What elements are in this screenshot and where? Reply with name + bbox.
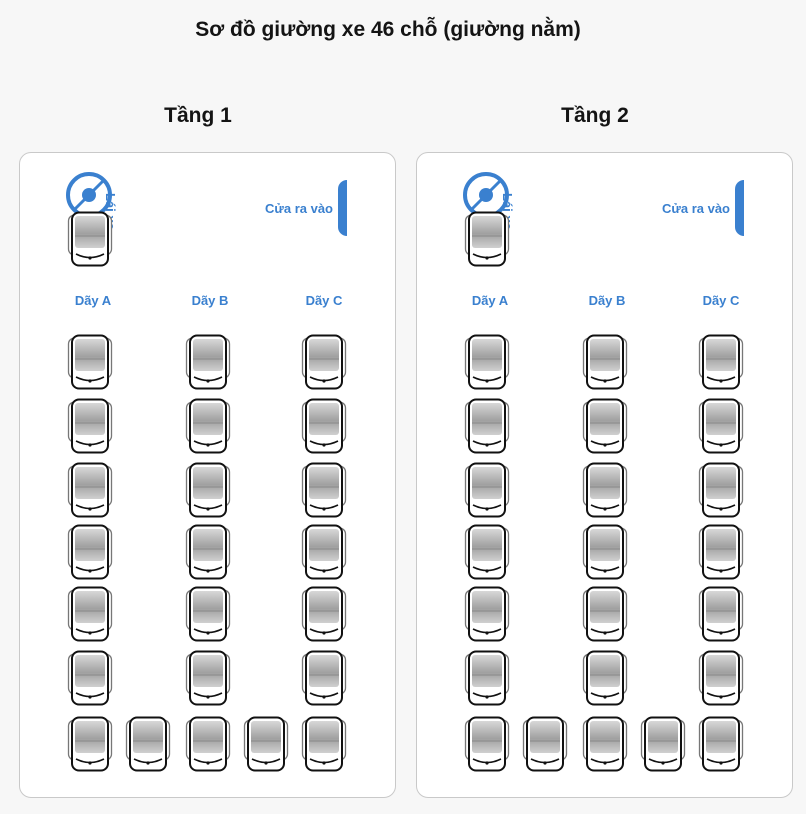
bed-seat[interactable] — [185, 586, 231, 644]
bed-seat[interactable] — [185, 524, 231, 582]
bed-seat[interactable] — [67, 398, 113, 456]
bed-seat[interactable] — [464, 398, 510, 456]
bed-seat[interactable] — [698, 650, 744, 708]
bed-seat[interactable] — [464, 650, 510, 708]
row-c-label: Dãy C — [305, 293, 343, 308]
bed-seat[interactable] — [640, 716, 686, 774]
bed-seat[interactable] — [464, 586, 510, 644]
bed-seat[interactable] — [698, 334, 744, 392]
door-marker — [735, 180, 744, 236]
bed-seat[interactable] — [301, 398, 347, 456]
bed-seat[interactable] — [125, 716, 171, 774]
bed-seat[interactable] — [582, 524, 628, 582]
bed-seat[interactable] — [185, 334, 231, 392]
floor-1-title: Tầng 1 — [164, 104, 232, 127]
row-c-label: Dãy C — [702, 293, 740, 308]
bed-seat[interactable] — [67, 650, 113, 708]
floor-1-panel: Lái xe Cửa ra vào Dãy A Dãy B Dãy C — [19, 152, 396, 798]
bed-seat[interactable] — [698, 462, 744, 520]
bed-seat[interactable] — [185, 650, 231, 708]
bed-seat[interactable] — [582, 462, 628, 520]
bed-seat[interactable] — [301, 462, 347, 520]
bed-seat[interactable] — [698, 586, 744, 644]
bed-seat[interactable] — [185, 716, 231, 774]
door-label: Cửa ra vào — [662, 201, 730, 216]
bed-seat[interactable] — [67, 524, 113, 582]
bed-seat[interactable] — [464, 334, 510, 392]
bed-seat[interactable] — [464, 524, 510, 582]
bed-seat[interactable] — [301, 586, 347, 644]
bed-seat[interactable] — [301, 334, 347, 392]
bed-seat[interactable] — [67, 586, 113, 644]
door-label: Cửa ra vào — [265, 201, 333, 216]
door-marker — [338, 180, 347, 236]
bed-seat[interactable] — [582, 650, 628, 708]
row-b-label: Dãy B — [191, 293, 229, 308]
floor-2-panel: Lái xe Cửa ra vào Dãy A Dãy B Dãy C — [416, 152, 793, 798]
row-b-label: Dãy B — [588, 293, 626, 308]
bed-seat[interactable] — [464, 462, 510, 520]
row-a-label: Dãy A — [74, 293, 112, 308]
bed-seat[interactable] — [67, 462, 113, 520]
bed-seat[interactable] — [185, 398, 231, 456]
bed-seat[interactable] — [67, 211, 113, 269]
bed-seat[interactable] — [185, 462, 231, 520]
bed-seat[interactable] — [464, 716, 510, 774]
bed-seat[interactable] — [582, 586, 628, 644]
bed-seat[interactable] — [67, 334, 113, 392]
bed-seat[interactable] — [301, 716, 347, 774]
bed-seat[interactable] — [698, 524, 744, 582]
bed-seat[interactable] — [301, 650, 347, 708]
bed-seat[interactable] — [67, 716, 113, 774]
bed-seat[interactable] — [698, 398, 744, 456]
bed-seat[interactable] — [582, 334, 628, 392]
floor-2-title: Tầng 2 — [561, 104, 629, 127]
bed-seat[interactable] — [301, 524, 347, 582]
bed-seat[interactable] — [582, 398, 628, 456]
bed-seat[interactable] — [582, 716, 628, 774]
bed-seat[interactable] — [243, 716, 289, 774]
bed-seat[interactable] — [464, 211, 510, 269]
row-a-label: Dãy A — [471, 293, 509, 308]
bed-seat[interactable] — [698, 716, 744, 774]
page-title: Sơ đồ giường xe 46 chỗ (giường nằm) — [195, 18, 581, 41]
bed-seat[interactable] — [522, 716, 568, 774]
